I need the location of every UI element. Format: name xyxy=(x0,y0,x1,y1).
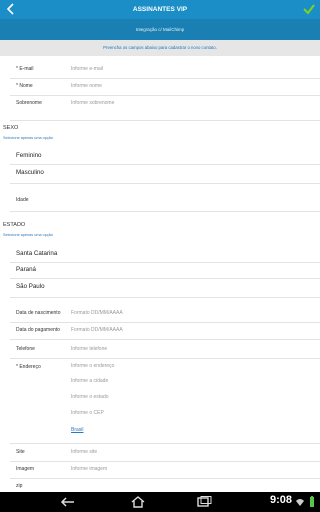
divider xyxy=(10,164,320,165)
pagamento-label: Data do pagamento xyxy=(16,327,60,333)
sobrenome-field[interactable]: Informe sobrenome xyxy=(71,100,114,106)
page-title: ASSINANTES VIP xyxy=(132,6,188,13)
zip-label: zip xyxy=(16,483,23,489)
cep-field[interactable]: Informe o CEP xyxy=(71,410,104,416)
option-parana[interactable]: Paraná xyxy=(16,266,36,273)
nascimento-label: Data de nascimento xyxy=(16,310,61,316)
estado-help: Selecione apenas uma opção xyxy=(3,233,54,237)
sexo-help: Selecione apenas uma opção xyxy=(3,136,54,140)
divider xyxy=(10,183,320,184)
estado-title: ESTADO xyxy=(3,222,26,228)
action-bar: ASSINANTES VIP xyxy=(0,0,320,19)
nav-recents-icon[interactable] xyxy=(196,496,212,508)
divider xyxy=(10,461,320,462)
divider xyxy=(10,211,320,212)
nav-back-icon[interactable] xyxy=(60,496,76,508)
battery-icon xyxy=(309,496,315,508)
divider xyxy=(10,120,320,121)
option-masculino[interactable]: Masculino xyxy=(16,169,44,176)
site-field[interactable]: Informe site xyxy=(71,449,97,455)
pagamento-field[interactable]: Formato DD/MM/AAAA xyxy=(71,327,123,333)
divider xyxy=(10,478,320,479)
nav-home-icon[interactable] xyxy=(130,495,146,509)
divider xyxy=(10,278,320,279)
nascimento-field[interactable]: Formato DD/MM/AAAA xyxy=(71,310,123,316)
nome-field[interactable]: Informe nome xyxy=(71,83,102,89)
wifi-icon xyxy=(295,497,305,507)
checkmark-icon[interactable] xyxy=(302,2,316,16)
imagem-field[interactable]: Informe imagem xyxy=(71,466,107,472)
divider xyxy=(10,95,320,96)
email-field[interactable]: Informe e-mail xyxy=(71,66,103,72)
divider xyxy=(10,297,320,298)
divider xyxy=(10,322,320,323)
clock: 9:08 xyxy=(269,494,292,506)
option-santa-catarina[interactable]: Santa Catarina xyxy=(16,250,57,257)
system-nav-bar: 9:08 xyxy=(0,492,320,512)
subtitle: Integração c/ MailChimp xyxy=(135,27,185,32)
imagem-label: Imagem xyxy=(16,466,35,472)
divider xyxy=(10,339,320,340)
email-label: * E-mail xyxy=(16,66,34,72)
notice-text: Preencha os campos abaixo para cadastrar… xyxy=(103,45,217,50)
divider xyxy=(10,358,320,359)
idade-label: Idade xyxy=(16,197,29,203)
notice-banner: Preencha os campos abaixo para cadastrar… xyxy=(0,40,320,56)
divider xyxy=(10,262,320,263)
telefone-label: Telefone xyxy=(16,346,35,352)
nome-label: * Nome xyxy=(16,83,33,89)
divider xyxy=(10,443,320,444)
country-link[interactable]: Brasil xyxy=(71,427,84,433)
endereco-label: * Endereço xyxy=(16,364,41,370)
sexo-title: SEXO xyxy=(3,125,19,131)
cidade-field[interactable]: Informe a cidade xyxy=(71,378,108,384)
estado-field[interactable]: Informe o estado xyxy=(71,394,109,400)
site-label: Site xyxy=(16,449,25,455)
endereco-field[interactable]: Informe o endereço xyxy=(71,363,114,369)
option-sao-paulo[interactable]: São Paulo xyxy=(16,283,45,290)
sobrenome-label: Sobrenome xyxy=(16,100,42,106)
divider xyxy=(10,78,320,79)
telefone-field[interactable]: Informe telefone xyxy=(71,346,107,352)
option-feminino[interactable]: Feminino xyxy=(16,152,41,159)
subtitle-bar: Integração c/ MailChimp xyxy=(0,19,320,40)
